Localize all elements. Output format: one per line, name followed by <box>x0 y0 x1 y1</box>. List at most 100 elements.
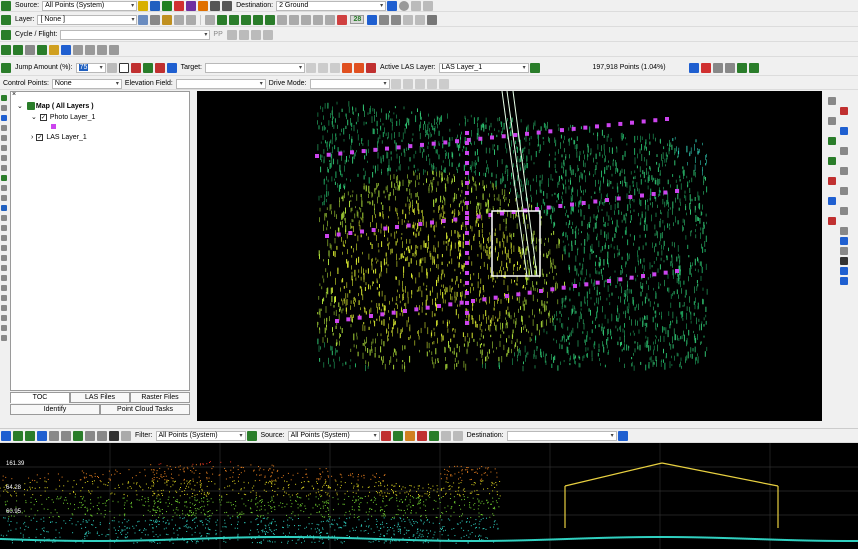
tool-icon[interactable] <box>109 430 119 441</box>
tool-icon[interactable] <box>226 29 237 40</box>
tool-icon[interactable] <box>97 44 107 55</box>
class-filter-icon[interactable] <box>186 0 197 11</box>
settings-icon[interactable] <box>399 0 410 11</box>
class-filter-icon[interactable] <box>138 0 149 11</box>
tool-icon[interactable] <box>1 295 7 301</box>
class-filter-icon[interactable] <box>162 0 173 11</box>
map-view[interactable] <box>197 91 822 421</box>
tool-icon[interactable] <box>1 285 7 291</box>
tool-icon[interactable] <box>317 62 328 73</box>
jump-icon[interactable] <box>1 62 11 73</box>
draw-icon[interactable] <box>229 14 240 25</box>
tool-icon[interactable] <box>1 145 7 151</box>
source-icon[interactable] <box>246 430 257 441</box>
tool-icon[interactable] <box>1 205 7 211</box>
flag-icon[interactable] <box>617 430 628 441</box>
tab-identify[interactable]: Identify <box>10 404 100 415</box>
profile-view[interactable]: 161.39 64.28 60.95 <box>0 443 858 549</box>
tool-icon[interactable] <box>262 29 273 40</box>
tool-icon[interactable] <box>73 430 83 441</box>
tool-icon[interactable] <box>313 14 324 25</box>
flag-icon[interactable] <box>387 0 398 11</box>
tool-icon[interactable] <box>840 107 848 115</box>
redo-icon[interactable] <box>415 14 426 25</box>
profile-source-select[interactable]: All Points (System) ▾ <box>287 430 380 441</box>
tool-icon[interactable] <box>341 62 352 73</box>
profile-destination-select[interactable]: ▾ <box>506 430 617 441</box>
drive-mode-select[interactable]: ▾ <box>309 78 390 89</box>
draw-icon[interactable] <box>241 14 252 25</box>
close-icon[interactable]: × <box>12 91 16 98</box>
undo-icon[interactable] <box>440 430 451 441</box>
chevron-right-icon[interactable]: › <box>31 134 33 141</box>
profile-view-icon[interactable] <box>1 430 11 441</box>
tool-icon[interactable] <box>337 14 348 25</box>
cycle-select[interactable]: ▾ <box>60 29 211 40</box>
tool-icon[interactable] <box>1 195 7 201</box>
tool-icon[interactable] <box>840 207 848 215</box>
tool-icon[interactable] <box>97 430 107 441</box>
tool-icon[interactable] <box>700 62 711 73</box>
tool-icon[interactable] <box>25 44 35 55</box>
draw-icon[interactable] <box>253 14 264 25</box>
jump-amount-select[interactable]: 75 ▾ <box>75 62 106 73</box>
tool-icon[interactable] <box>1 44 11 55</box>
tool-icon[interactable] <box>85 430 95 441</box>
control-points-select[interactable]: None ▾ <box>51 78 122 89</box>
redo-icon[interactable] <box>452 430 463 441</box>
elevation-field-select[interactable]: ▾ <box>175 78 266 89</box>
tool-icon[interactable] <box>1 95 7 101</box>
tool-icon[interactable] <box>238 29 249 40</box>
tool-icon[interactable] <box>840 187 848 195</box>
tool-icon[interactable] <box>1 245 7 251</box>
tab-toc[interactable]: TOC <box>10 392 70 403</box>
class-filter-icon[interactable] <box>150 0 161 11</box>
tool-icon[interactable] <box>379 14 390 25</box>
tool-icon[interactable] <box>828 137 836 145</box>
tool-icon[interactable] <box>438 78 449 89</box>
cycle-icon[interactable] <box>1 29 11 40</box>
tool-icon[interactable] <box>1 105 7 111</box>
tool-icon[interactable] <box>118 62 129 73</box>
undo-icon[interactable] <box>210 0 221 11</box>
tool-icon[interactable] <box>277 14 288 25</box>
tool-icon[interactable] <box>1 125 7 131</box>
tool-icon[interactable] <box>411 0 422 11</box>
undo-icon[interactable] <box>403 14 414 25</box>
class-filter-icon[interactable] <box>174 0 185 11</box>
tool-icon[interactable] <box>1 255 7 261</box>
tool-icon[interactable] <box>130 62 141 73</box>
forward-icon[interactable] <box>414 78 425 89</box>
close-icon[interactable] <box>427 14 438 25</box>
tool-icon[interactable] <box>840 227 848 235</box>
tab-point-cloud-tasks[interactable]: Point Cloud Tasks <box>100 404 190 415</box>
tool-icon[interactable] <box>109 44 119 55</box>
tool-icon[interactable] <box>840 277 848 285</box>
layer-select[interactable]: [ None ] ▾ <box>37 14 138 25</box>
active-las-select[interactable]: LAS Layer_1 ▾ <box>438 62 529 73</box>
tool-icon[interactable] <box>353 62 364 73</box>
edit-icon[interactable] <box>162 14 173 25</box>
tool-icon[interactable] <box>1 305 7 311</box>
tool-icon[interactable] <box>828 197 836 205</box>
tool-icon[interactable] <box>106 62 117 73</box>
tool-icon[interactable] <box>25 430 35 441</box>
tool-icon[interactable] <box>85 44 95 55</box>
tool-icon[interactable] <box>724 62 735 73</box>
save-icon[interactable] <box>138 14 149 25</box>
tool-icon[interactable] <box>250 29 261 40</box>
tool-icon[interactable] <box>1 325 7 331</box>
tool-icon[interactable] <box>1 185 7 191</box>
tool-icon[interactable] <box>840 267 848 275</box>
photo-layer-checkbox[interactable]: ✓ <box>39 113 47 121</box>
tool-icon[interactable] <box>61 430 71 441</box>
tool-icon[interactable] <box>1 335 7 341</box>
redo-icon[interactable] <box>222 0 233 11</box>
next-icon[interactable] <box>426 78 437 89</box>
tool-icon[interactable] <box>329 62 340 73</box>
chevron-down-icon[interactable]: ⌄ <box>17 102 23 110</box>
tool-icon[interactable] <box>840 257 848 265</box>
tool-icon[interactable] <box>73 44 83 55</box>
tool-icon[interactable] <box>37 430 47 441</box>
filter-select[interactable]: All Points (System) ▾ <box>155 430 246 441</box>
